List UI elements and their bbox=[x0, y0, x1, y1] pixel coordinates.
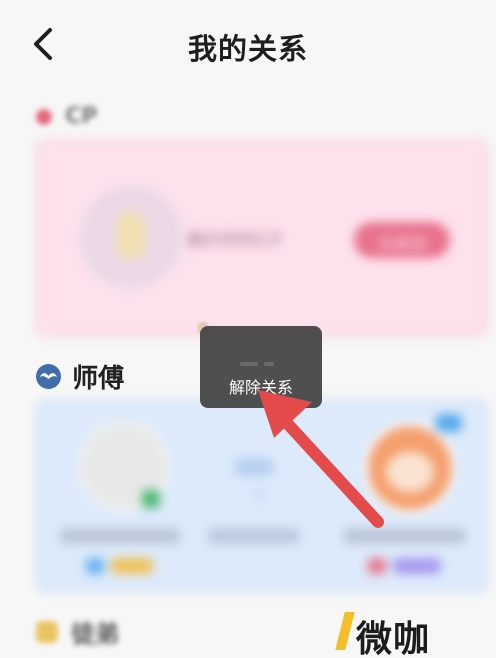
level-badge bbox=[368, 558, 386, 574]
heart-icon bbox=[36, 108, 52, 125]
cp-invite-button[interactable]: 去邀请 bbox=[354, 222, 450, 258]
relations-screen: 我的关系 CP 邀约你的CP 去邀请 师傅 徒弟 解除关系 微咖 bbox=[0, 0, 496, 658]
next-section-title: 徒弟 bbox=[71, 620, 120, 648]
master-section-header: 师傅 bbox=[36, 358, 125, 394]
avatar-face bbox=[386, 452, 434, 492]
level-badge bbox=[86, 558, 104, 574]
popup-decoration bbox=[264, 362, 274, 366]
cp-invite-label: 去邀请 bbox=[377, 234, 426, 253]
bow-icon bbox=[436, 414, 462, 432]
section-icon bbox=[36, 620, 58, 643]
master-section-title: 师傅 bbox=[72, 364, 125, 394]
red-arrow-icon bbox=[258, 390, 384, 528]
cp-avatar-placeholder bbox=[78, 184, 184, 290]
tag-badge bbox=[392, 558, 442, 574]
watermark-accent bbox=[335, 612, 355, 650]
watermark-logo: 微咖 bbox=[335, 608, 466, 658]
watermark-text: 微咖 bbox=[356, 619, 431, 658]
top-bar: 我的关系 bbox=[0, 0, 496, 90]
person-icon bbox=[117, 211, 145, 257]
page-title: 我的关系 bbox=[187, 32, 308, 66]
cp-card[interactable]: 邀约你的CP 去邀请 bbox=[36, 140, 488, 336]
cp-section-header: CP bbox=[36, 104, 97, 132]
cp-section-title: CP bbox=[65, 104, 98, 129]
next-section-header: 徒弟 bbox=[36, 614, 119, 648]
member-name bbox=[60, 528, 180, 544]
popup-decoration bbox=[240, 362, 258, 366]
mustache-icon bbox=[36, 364, 61, 389]
member-name bbox=[344, 528, 466, 544]
relation-info bbox=[208, 528, 300, 544]
status-badge bbox=[142, 490, 160, 508]
tag-badge bbox=[110, 558, 154, 574]
cp-card-text: 邀约你的CP bbox=[186, 230, 282, 251]
